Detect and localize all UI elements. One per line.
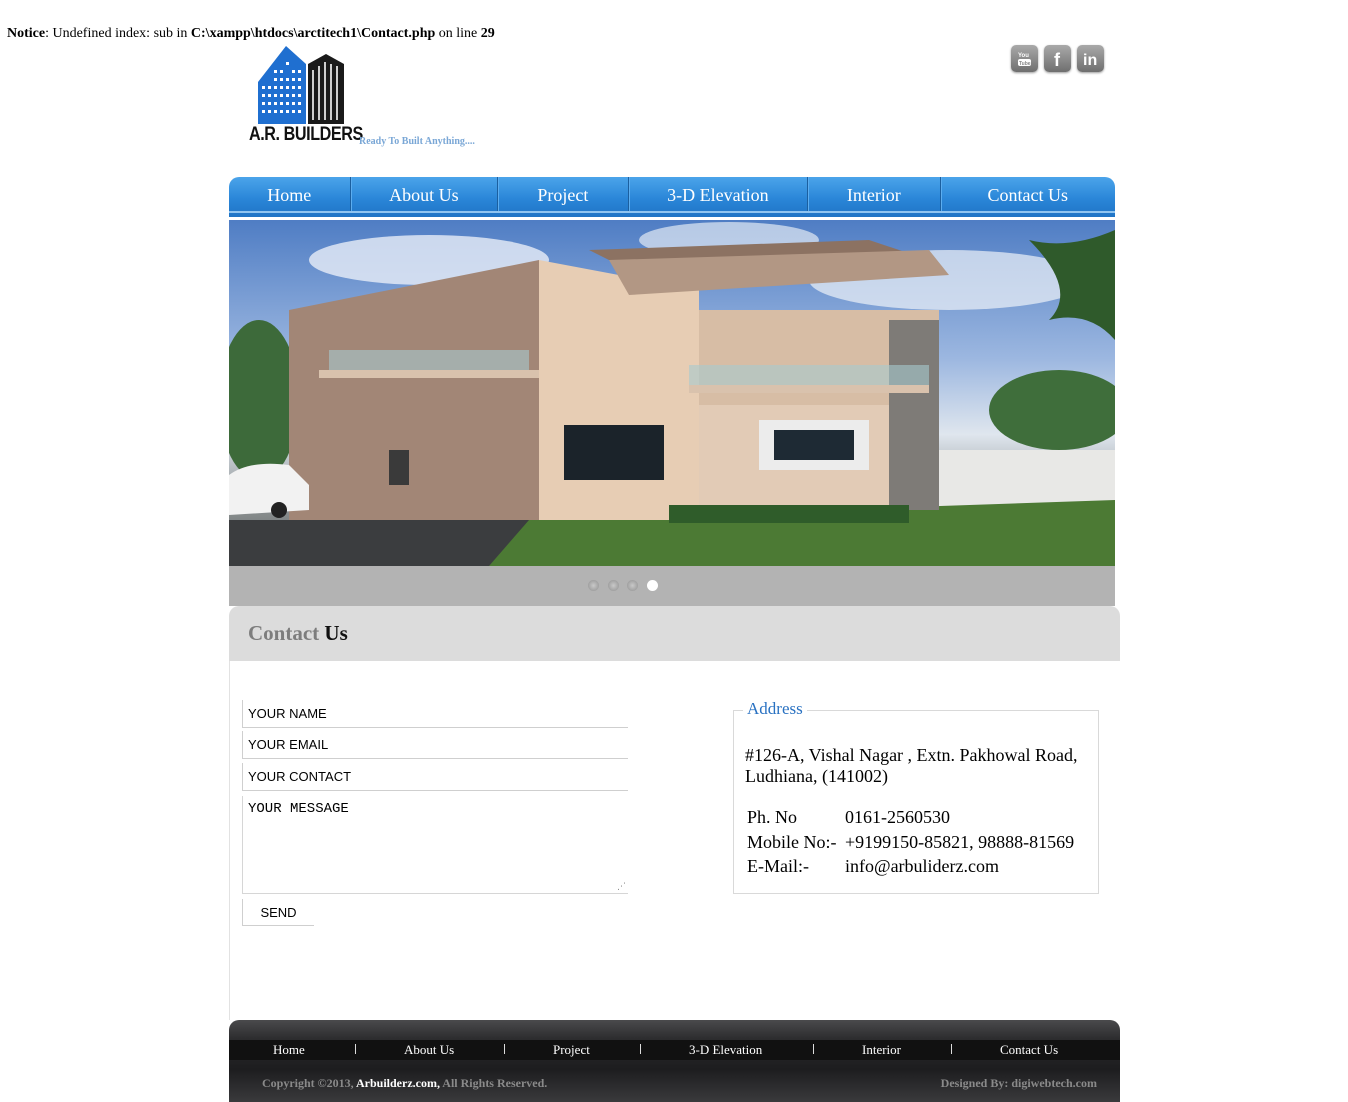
brand-name: A.R. BUILDERS	[249, 124, 363, 145]
name-input[interactable]	[242, 700, 628, 728]
copyright-brand-link[interactable]: Arbuilderz.com,	[356, 1076, 440, 1090]
page-title-part1: Contact	[248, 621, 320, 645]
footer-divider	[355, 1044, 356, 1054]
contact-section-header: Contact Us	[229, 606, 1120, 661]
php-notice: Notice: Undefined index: sub in C:\xampp…	[7, 26, 495, 42]
footer: Home About Us Project 3-D Elevation Inte…	[229, 1020, 1120, 1102]
slider-dot-1[interactable]	[588, 580, 599, 591]
svg-text:You: You	[1018, 53, 1029, 59]
footer-divider	[951, 1044, 952, 1054]
nav-about-us[interactable]: About Us	[351, 177, 499, 213]
nav-home[interactable]: Home	[229, 177, 351, 213]
footer-divider	[640, 1044, 641, 1054]
footer-divider	[813, 1044, 814, 1054]
slider-dot-2[interactable]	[608, 580, 619, 591]
brand-tagline: Ready To Built Anything....	[359, 136, 475, 147]
message-textarea[interactable]	[242, 796, 628, 894]
resize-grip-icon[interactable]: ⋰	[617, 883, 626, 892]
contact-input[interactable]	[242, 763, 628, 791]
facebook-icon[interactable]: f	[1044, 45, 1071, 72]
address-line-2: Ludhiana, (141002)	[745, 766, 888, 786]
email-label: E-Mail:-	[747, 856, 809, 876]
email-input[interactable]	[242, 731, 628, 759]
hero-slider-image	[229, 220, 1115, 566]
slider-dot-3[interactable]	[627, 580, 638, 591]
footer-divider	[504, 1044, 505, 1054]
nav-contact-us[interactable]: Contact Us	[941, 177, 1115, 213]
page-title-part2: Us	[324, 621, 348, 645]
svg-text:in: in	[1083, 52, 1097, 68]
copyright-text: Copyright ©2013, Arbuilderz.com, All Rig…	[262, 1076, 547, 1091]
nav-3d-elevation[interactable]: 3-D Elevation	[629, 177, 809, 213]
notice-message: : Undefined index: sub in	[45, 26, 191, 41]
notice-on-line: on line	[435, 26, 481, 41]
main-nav: Home About Us Project 3-D Elevation Inte…	[229, 177, 1115, 217]
phone-value: 0161-2560530	[845, 807, 950, 827]
mobile-value: +9199150-85821, 98888-81569	[845, 832, 1075, 852]
footer-nav-project[interactable]: Project	[553, 1042, 590, 1058]
slider-controls	[229, 566, 1115, 606]
address-legend: Address	[743, 699, 807, 719]
footer-nav-about-us[interactable]: About Us	[404, 1042, 454, 1058]
phone-label: Ph. No	[747, 807, 798, 827]
nav-project[interactable]: Project	[498, 177, 629, 213]
linkedin-icon[interactable]: in	[1077, 45, 1104, 72]
youtube-icon[interactable]: You Tube	[1011, 45, 1038, 72]
nav-interior[interactable]: Interior	[808, 177, 941, 213]
svg-text:f: f	[1054, 50, 1061, 68]
email-value: info@arbuliderz.com	[845, 856, 1000, 876]
footer-nav-home[interactable]: Home	[273, 1042, 305, 1058]
notice-path: C:\xampp\htdocs\arctitech1\Contact.php	[190, 26, 436, 41]
footer-nav-3d-elevation[interactable]: 3-D Elevation	[689, 1042, 762, 1058]
mobile-label: Mobile No:-	[747, 832, 837, 852]
copyright-prefix: Copyright ©2013,	[262, 1076, 356, 1090]
notice-line-number: 29	[480, 26, 495, 41]
footer-nav-interior[interactable]: Interior	[862, 1042, 901, 1058]
copyright-suffix: All Rights Reserved.	[439, 1076, 548, 1090]
footer-nav: Home About Us Project 3-D Elevation Inte…	[229, 1040, 1120, 1060]
send-button[interactable]: SEND	[242, 899, 314, 926]
address-line-1: #126-A, Vishal Nagar , Extn. Pakhowal Ro…	[745, 745, 1078, 765]
slider-dot-4[interactable]	[647, 580, 658, 591]
footer-nav-contact-us[interactable]: Contact Us	[1000, 1042, 1058, 1058]
designed-by-text: Designed By: digiwebtech.com	[940, 1076, 1097, 1090]
svg-text:Tube: Tube	[1019, 61, 1031, 67]
page-title: Contact Us	[248, 621, 348, 646]
notice-label: Notice	[7, 26, 46, 41]
